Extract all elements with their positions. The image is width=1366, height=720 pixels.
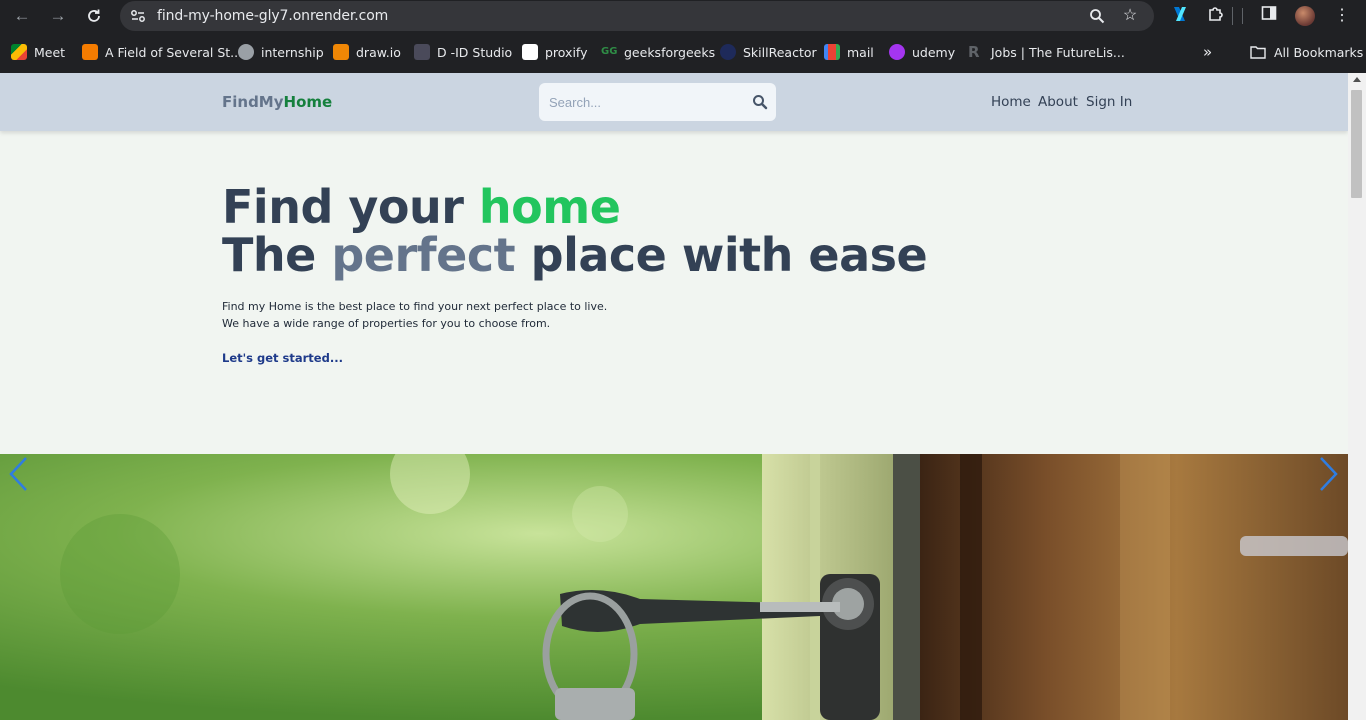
hero-headline-line2: The perfect place with ease <box>222 228 928 282</box>
zoom-icon[interactable] <box>1087 6 1107 26</box>
folder-icon <box>1250 46 1266 59</box>
scroll-thumb[interactable] <box>1351 90 1362 198</box>
search-box <box>539 83 776 121</box>
bookmark-label: udemy <box>912 44 956 60</box>
hero-description-line: Find my Home is the best place to find y… <box>222 300 608 313</box>
headline-text: Find your <box>222 180 479 234</box>
hero-description-line: We have a wide range of properties for y… <box>222 316 551 330</box>
google-meet-icon <box>11 44 27 60</box>
bookmark-internship[interactable]: internship <box>238 42 324 62</box>
bookmark-geeksforgeeks[interactable]: GG geeksforgeeks <box>601 42 715 62</box>
bookmark-label: mail <box>847 44 874 60</box>
hero-section: Find your home The perfect place with ea… <box>222 183 928 367</box>
bookmark-udemy[interactable]: udemy <box>889 42 955 62</box>
search-icon[interactable] <box>752 94 768 110</box>
bookmark-skillreactor[interactable]: SkillReactor <box>720 42 817 62</box>
bookmark-drawio[interactable]: draw.io <box>333 42 401 62</box>
menu-kebab-icon[interactable]: ⋮ <box>1331 5 1353 27</box>
globe-icon <box>238 44 254 60</box>
site-logo[interactable]: FindMyHome <box>222 93 332 111</box>
address-bar[interactable]: find-my-home-gly7.onrender.com ☆ <box>120 1 1154 31</box>
image-carousel <box>0 454 1348 720</box>
scroll-up-icon[interactable] <box>1353 77 1361 82</box>
hero-description: Find my Home is the best place to find y… <box>222 299 927 332</box>
site-settings-icon[interactable] <box>129 7 147 25</box>
url-text[interactable]: find-my-home-gly7.onrender.com <box>157 8 388 24</box>
drawio-icon <box>333 44 349 60</box>
side-panel-icon[interactable] <box>1258 5 1280 27</box>
get-started-link[interactable]: Let's get started... <box>222 351 343 365</box>
bookmark-proxify[interactable]: proxify <box>522 42 588 62</box>
hero-headline-line1: Find your home <box>222 183 927 231</box>
bookmark-star-icon[interactable]: ☆ <box>1120 6 1140 26</box>
all-bookmarks-button[interactable]: All Bookmarks <box>1250 42 1363 62</box>
carousel-next-icon[interactable] <box>1316 454 1340 494</box>
headline-text: The <box>222 228 332 282</box>
bookmark-label: D -ID Studio <box>437 44 513 60</box>
browser-toolbar: ← → find-my-home-gly7.onrender.com ☆ ⋮ <box>0 0 1366 34</box>
nav-sign-in[interactable]: Sign In <box>1086 94 1132 110</box>
bookmark-label: SkillReactor <box>743 44 817 60</box>
toolbar-divider <box>1242 8 1243 24</box>
blogger-icon <box>82 44 98 60</box>
udemy-icon <box>889 44 905 60</box>
nav-home[interactable]: Home <box>991 94 1031 110</box>
headline-highlight-perfect: perfect <box>331 228 516 282</box>
bookmark-label: Meet <box>34 44 66 60</box>
reload-icon[interactable] <box>81 5 107 27</box>
skillreactor-icon <box>720 44 736 60</box>
bookmark-label: proxify <box>545 44 588 60</box>
headline-text: place with ease <box>515 228 928 282</box>
bookmark-mail[interactable]: mail <box>824 42 874 62</box>
all-bookmarks-label: All Bookmarks <box>1274 44 1364 60</box>
bookmark-label: geeksforgeeks <box>624 44 716 60</box>
logo-part-findmy: FindMy <box>222 93 284 111</box>
carousel-slide-image <box>0 454 1348 720</box>
page-viewport: FindMyHome Home About Sign In Find your … <box>0 73 1348 720</box>
bookmark-label: Jobs | The FutureLis... <box>991 44 1125 60</box>
bookmark-did-studio[interactable]: D -ID Studio <box>414 42 512 62</box>
bookmarks-overflow-icon[interactable]: » <box>1203 42 1212 62</box>
bookmark-label: A Field of Several St... <box>105 44 243 60</box>
search-input[interactable] <box>539 83 744 121</box>
extension-blue-icon[interactable] <box>1169 5 1191 27</box>
proxify-icon <box>522 44 538 60</box>
gmail-icon <box>824 44 840 60</box>
site-header: FindMyHome Home About Sign In <box>0 73 1348 131</box>
carousel-prev-icon[interactable] <box>7 454 31 494</box>
nav-about[interactable]: About <box>1038 94 1078 110</box>
browser-chrome: ← → find-my-home-gly7.onrender.com ☆ ⋮ M… <box>0 0 1366 73</box>
profile-avatar[interactable] <box>1294 5 1316 27</box>
bookmark-label: internship <box>261 44 324 60</box>
page-scrollbar[interactable] <box>1348 73 1366 720</box>
headline-highlight-home: home <box>478 180 621 234</box>
bookmark-futurelist[interactable]: R Jobs | The FutureLis... <box>968 42 1125 62</box>
forward-icon[interactable]: → <box>45 5 71 27</box>
back-icon[interactable]: ← <box>9 5 35 27</box>
bookmarks-bar: Meet A Field of Several St... internship… <box>0 36 1366 68</box>
logo-part-home: Home <box>283 93 333 111</box>
bookmarks-divider <box>1232 7 1233 25</box>
futurelist-icon: R <box>968 43 980 61</box>
bookmark-meet[interactable]: Meet <box>11 42 65 62</box>
did-icon <box>414 44 430 60</box>
bookmark-field-of-several[interactable]: A Field of Several St... <box>82 42 242 62</box>
extensions-puzzle-icon[interactable] <box>1205 5 1227 27</box>
bookmark-label: draw.io <box>356 44 401 60</box>
gfg-icon: GG <box>601 46 618 57</box>
